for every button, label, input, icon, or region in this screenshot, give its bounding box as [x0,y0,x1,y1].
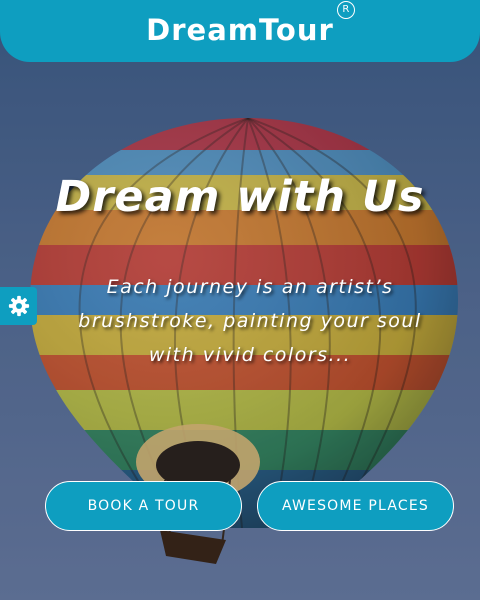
book-tour-button[interactable]: BOOK A TOUR [45,481,242,531]
brand-logo[interactable]: DreamTour R [146,1,355,47]
hero-title: Dream with Us [55,172,425,222]
settings-toggle-button[interactable] [0,287,37,325]
registered-mark: R [336,1,355,19]
gear-icon [8,295,29,317]
awesome-places-button[interactable]: AWESOME PLACES [257,481,454,531]
brand-name: DreamTour [146,13,334,47]
site-header: DreamTour R [0,0,480,62]
hero-subtitle: Each journey is an artist’s brushstroke,… [78,276,422,366]
